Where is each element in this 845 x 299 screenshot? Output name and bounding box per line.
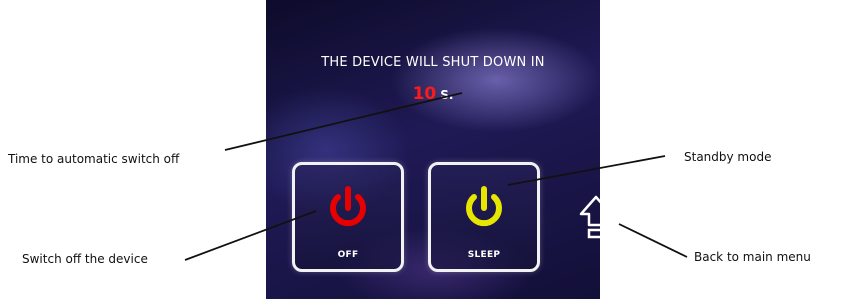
countdown: 10 S.: [266, 84, 600, 104]
home-icon[interactable]: [578, 194, 614, 242]
countdown-value: 10: [412, 84, 437, 104]
callout-switch-off-device: Switch off the device: [22, 252, 148, 266]
power-icon: [466, 186, 502, 227]
countdown-unit: S.: [440, 88, 454, 102]
sleep-button-label: SLEEP: [467, 250, 501, 260]
callout-standby-mode: Standby mode: [684, 150, 772, 164]
power-icon: [330, 186, 366, 227]
off-button[interactable]: OFF: [292, 162, 404, 272]
shutdown-heading: THE DEVICE WILL SHUT DOWN IN: [321, 55, 545, 70]
callout-time-to-switch-off: Time to automatic switch off: [8, 152, 180, 166]
callout-back-to-main-menu: Back to main menu: [694, 250, 811, 264]
sleep-button[interactable]: SLEEP: [428, 162, 540, 272]
off-button-label: OFF: [337, 250, 359, 260]
